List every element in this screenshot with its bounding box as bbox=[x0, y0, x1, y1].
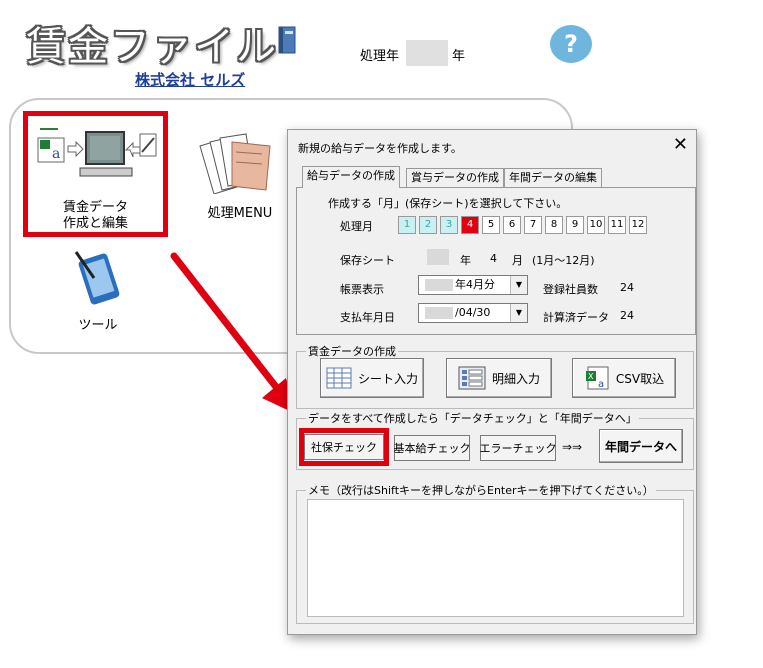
save-sheet-label: 保存シート bbox=[340, 254, 395, 267]
process-menu-item[interactable]: 処理MENU bbox=[190, 126, 290, 226]
csv-import-button[interactable]: X a CSV取込 bbox=[572, 358, 676, 398]
svg-text:a: a bbox=[598, 379, 604, 390]
month-button-6[interactable]: 6 bbox=[503, 216, 521, 234]
ledger-select[interactable]: 年4月分 ▼ bbox=[418, 275, 528, 295]
month-button-8[interactable]: 8 bbox=[545, 216, 563, 234]
calculated-value: 24 bbox=[620, 309, 634, 322]
registered-value: 24 bbox=[620, 281, 634, 294]
close-icon[interactable]: ✕ bbox=[673, 134, 688, 155]
calculated-label: 計算済データ bbox=[543, 311, 609, 324]
app-title: 賃金ファイル bbox=[26, 24, 278, 70]
computer-icon: a bbox=[36, 128, 158, 184]
month-button-12[interactable]: 12 bbox=[629, 216, 647, 234]
process-menu-label: 処理MENU bbox=[207, 206, 273, 221]
ledger-label: 帳票表示 bbox=[340, 283, 384, 296]
arrows-text: ⇒⇒ bbox=[562, 440, 583, 454]
save-sheet-year-box bbox=[427, 249, 449, 265]
save-sheet-year-suffix: 年 bbox=[460, 254, 471, 267]
month-button-9[interactable]: 9 bbox=[566, 216, 584, 234]
list-icon bbox=[458, 366, 486, 390]
detail-input-button[interactable]: 明細入力 bbox=[446, 358, 552, 398]
grid-icon bbox=[326, 367, 352, 389]
social-check-button[interactable]: 社保チェック bbox=[304, 434, 384, 460]
year-input[interactable] bbox=[406, 40, 448, 66]
month-label: 処理月 bbox=[340, 220, 373, 233]
chevron-down-icon[interactable]: ▼ bbox=[510, 304, 527, 322]
save-sheet-month: 4 bbox=[490, 252, 497, 265]
month-button-5[interactable]: 5 bbox=[482, 216, 500, 234]
month-button-10[interactable]: 10 bbox=[587, 216, 605, 234]
wage-data-menu-item[interactable]: a 賃金データ 作成と編集 bbox=[23, 111, 168, 237]
create-group-label: 賃金データの作成 bbox=[306, 343, 398, 359]
svg-text:a: a bbox=[52, 146, 60, 162]
error-check-button[interactable]: エラーチェック bbox=[480, 435, 557, 461]
tab-bonus[interactable]: 賞与データの作成 bbox=[406, 168, 504, 187]
tool-label: ツール bbox=[78, 318, 118, 333]
registered-label: 登録社員数 bbox=[543, 283, 598, 296]
tool-menu-item[interactable]: ツール bbox=[58, 246, 138, 336]
basic-check-button[interactable]: 基本給チェック bbox=[394, 435, 471, 461]
tablet-icon bbox=[70, 248, 120, 312]
new-salary-dialog: 新規の給与データを作成します。 ✕ 給与データの作成 賞与データの作成 年間デー… bbox=[287, 129, 697, 635]
documents-icon bbox=[196, 132, 276, 198]
excel-icon: X a bbox=[585, 366, 609, 390]
payday-select[interactable]: /04/30 ▼ bbox=[418, 303, 528, 323]
save-sheet-range: (1月～12月) bbox=[532, 254, 595, 267]
memo-textarea[interactable] bbox=[307, 499, 684, 617]
sheet-input-button[interactable]: シート入力 bbox=[320, 358, 424, 398]
month-button-3[interactable]: 3 bbox=[440, 216, 458, 234]
year-label: 処理年 bbox=[360, 49, 400, 64]
company-link[interactable]: 株式会社 セルズ bbox=[135, 69, 245, 90]
month-button-11[interactable]: 11 bbox=[608, 216, 626, 234]
check-group-label: データをすべて作成したら「データチェック」と「年間データへ」 bbox=[306, 410, 639, 426]
tab-salary[interactable]: 給与データの作成 bbox=[302, 166, 400, 188]
month-button-4[interactable]: 4 bbox=[461, 216, 479, 234]
help-icon[interactable]: ? bbox=[550, 25, 592, 63]
month-button-1[interactable]: 1 bbox=[398, 216, 416, 234]
tab-annual[interactable]: 年間データの編集 bbox=[504, 168, 602, 187]
year-suffix: 年 bbox=[452, 49, 466, 64]
wage-data-label-2: 作成と編集 bbox=[62, 216, 128, 231]
payday-label: 支払年月日 bbox=[340, 311, 395, 324]
dialog-title: 新規の給与データを作成します。 bbox=[298, 142, 462, 155]
instruction-text: 作成する「月」(保存シート)を選択して下さい。 bbox=[328, 197, 568, 210]
chevron-down-icon[interactable]: ▼ bbox=[510, 276, 527, 294]
memo-label: メモ（改行はShiftキーを押しながらEnterキーを押下げてください。） bbox=[306, 482, 656, 498]
month-button-2[interactable]: 2 bbox=[419, 216, 437, 234]
svg-text:X: X bbox=[588, 372, 594, 381]
annual-data-button[interactable]: 年間データへ bbox=[599, 429, 683, 463]
save-sheet-month-suffix: 月 bbox=[512, 254, 523, 267]
book-icon bbox=[276, 25, 298, 55]
month-button-7[interactable]: 7 bbox=[524, 216, 542, 234]
